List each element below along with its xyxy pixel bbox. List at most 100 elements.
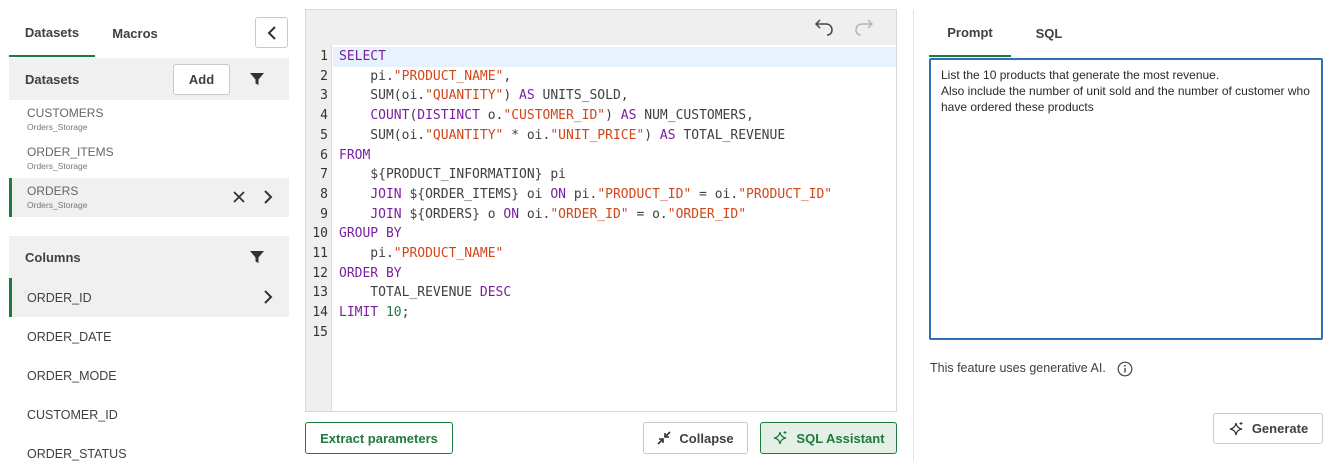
dataset-source: Orders_Storage [27,161,88,171]
code-line[interactable]: COUNT(DISTINCT o."CUSTOMER_ID") AS NUM_C… [333,106,896,126]
code-token: ${ORDER_ITEMS} oi [401,186,551,202]
chevron-right-icon[interactable] [261,289,275,305]
code-token: ON [550,186,566,202]
tab-macros[interactable]: Macros [95,10,175,57]
code-token: "PRODUCT_NAME" [393,68,504,84]
code-line[interactable]: SELECT [333,47,896,67]
chevron-left-icon [267,25,276,40]
add-dataset-button[interactable]: Add [173,64,230,95]
code-token: = oi. [691,186,739,202]
collapse-button[interactable]: Collapse [643,422,748,454]
code-token: UNITS_SOLD, [534,88,629,104]
code-line[interactable]: GROUP BY [333,224,896,244]
code-token: TOTAL_REVENUE [339,285,480,301]
line-number: 9 [320,206,328,222]
info-icon[interactable] [1117,361,1133,377]
code-token: AS [620,108,637,124]
code-token: DESC [479,285,512,301]
line-number: 6 [320,147,328,163]
filter-icon[interactable] [249,249,265,265]
line-number: 15 [312,324,328,340]
code-line[interactable]: FROM [333,146,896,166]
sql-code-editor[interactable]: 1 2 3 4 5 6 7 8 9 10 11 12 13 14 15 SELECT pi."PRODUCT… [305,9,897,412]
line-number: 11 [312,246,328,261]
code-line[interactable]: TOTAL_REVENUE DESC [333,283,896,303]
sparkle-icon [1229,421,1243,435]
code-token: GROUP BY [339,226,402,242]
code-token: JOIN [370,206,402,222]
code-line[interactable]: JOIN ${ORDERS} o ON oi."ORDER_ID" = o."O… [333,205,896,225]
tab-datasets[interactable]: Datasets [9,10,95,57]
column-item-order-id[interactable]: ORDER_ID [9,278,289,317]
column-item-order-date[interactable]: ORDER_DATE [9,317,289,356]
code-line[interactable]: ORDER BY [333,264,896,284]
dataset-source: Orders_Storage [27,200,88,210]
tab-sql[interactable]: SQL [1011,10,1087,57]
code-token: TOTAL_REVENUE [675,127,786,143]
sparkle-icon [774,431,787,445]
code-token: "ORDER_ID" [550,206,629,222]
dataset-name: ORDER_ITEMS [27,145,114,159]
code-token: ORDER BY [339,265,402,281]
code-token: ON [503,206,520,222]
code-token: AS [519,88,535,104]
code-token: SUM(oi. [339,88,426,104]
sql-assistant-button[interactable]: SQL Assistant [760,422,897,454]
tab-prompt[interactable]: Prompt [929,10,1011,57]
code-token: JOIN [370,186,402,202]
panel-divider [913,10,914,461]
code-token: , [503,68,512,84]
columns-section-header: Columns [9,236,289,278]
redo-icon[interactable] [853,17,875,37]
code-token: pi. [566,186,598,202]
column-name: CUSTOMER_ID [27,407,118,422]
code-line[interactable]: pi."PRODUCT_NAME", [333,67,896,87]
code-line[interactable]: SUM(oi."QUANTITY" * oi."UNIT_PRICE") AS … [333,126,896,146]
column-item-order-status[interactable]: ORDER_STATUS [9,434,289,461]
collapse-panel-button[interactable] [255,17,288,48]
column-item-customer-id[interactable]: CUSTOMER_ID [9,395,289,434]
dataset-name: ORDERS [27,184,79,198]
code-line[interactable]: JOIN ${ORDER_ITEMS} oi ON pi."PRODUCT_ID… [333,185,896,205]
code-line[interactable]: ${PRODUCT_INFORMATION} pi [333,165,896,185]
code-token: pi. [339,246,394,261]
code-token: "CUSTOMER_ID" [503,108,606,124]
code-token: ) [644,127,660,143]
code-token: pi. [339,68,394,84]
remove-dataset-icon[interactable] [231,189,247,205]
code-token: = o. [628,206,668,222]
code-line[interactable] [333,323,896,343]
code-token: "UNIT_PRICE" [550,127,645,143]
code-line[interactable]: pi."PRODUCT_NAME" [333,244,896,264]
code-token: 10 [385,305,402,321]
code-area[interactable]: SELECT pi."PRODUCT_NAME", SUM(oi."QUANTI… [333,45,896,411]
code-line[interactable]: LIMIT 10; [333,303,896,323]
column-name: ORDER_STATUS [27,446,127,461]
dataset-item-orders[interactable]: ORDERS Orders_Storage [9,178,289,217]
left-tabs: Datasets Macros [9,10,289,57]
generate-button[interactable]: Generate [1213,413,1323,444]
code-token: SUM(oi. [339,127,426,143]
chevron-right-icon[interactable] [261,189,275,205]
prompt-input[interactable] [929,58,1323,340]
code-token: ) [605,108,621,124]
code-line[interactable]: SUM(oi."QUANTITY") AS UNITS_SOLD, [333,86,896,106]
code-token: DISTINCT [417,108,480,124]
code-token: "QUANTITY" [425,127,504,143]
extract-parameters-button[interactable]: Extract parameters [305,422,453,454]
column-item-order-mode[interactable]: ORDER_MODE [9,356,289,395]
undo-icon[interactable] [813,17,835,37]
column-name: ORDER_MODE [27,368,117,383]
code-token: FROM [339,147,371,163]
line-number: 1 [320,49,328,64]
dataset-item-customers[interactable]: CUSTOMERS Orders_Storage [9,100,289,139]
code-token: * oi. [503,127,551,143]
line-number: 10 [312,226,328,242]
dataset-item-order-items[interactable]: ORDER_ITEMS Orders_Storage [9,139,289,178]
line-number: 14 [312,305,328,321]
datasets-section-title: Datasets [25,71,80,87]
filter-icon[interactable] [249,71,265,87]
